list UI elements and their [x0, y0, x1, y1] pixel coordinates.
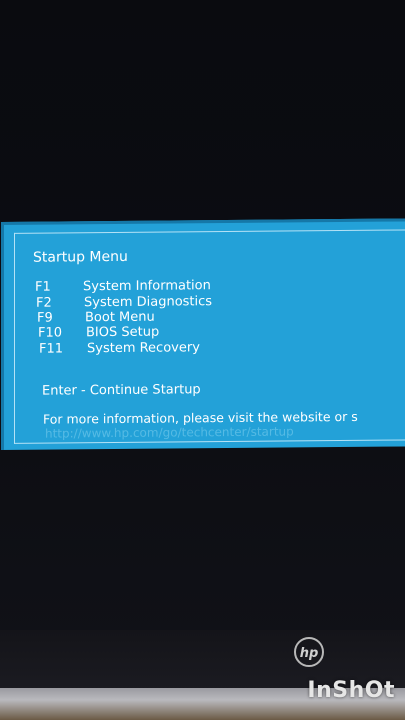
more-info-text: For more information, please visit the w… [43, 408, 358, 427]
startup-menu-panel: Startup Menu F1 System Information F2 Syst… [1, 218, 405, 450]
photo: Startup Menu F1 System Information F2 Syst… [0, 0, 405, 720]
menu-option-label: System Diagnostics [84, 294, 213, 311]
menu-option-label: BIOS Setup [86, 324, 160, 341]
menu-option-key: F1 [35, 279, 51, 295]
laptop-base-edge [0, 700, 405, 720]
menu-title: Startup Menu [33, 248, 128, 266]
menu-option-system-recovery[interactable]: F11 System Recovery [39, 340, 200, 357]
menu-option-key: F2 [36, 295, 52, 311]
continue-startup-option[interactable]: Enter - Continue Startup [42, 382, 201, 398]
menu-option-system-information[interactable]: F1 System Information [35, 278, 211, 296]
inshot-watermark: InShOt [307, 678, 395, 703]
menu-option-label: System Information [83, 278, 211, 295]
menu-option-key: F10 [38, 325, 63, 341]
support-url: http://www.hp.com/go/techcenter/startup [45, 424, 294, 441]
menu-option-label: System Recovery [87, 340, 200, 357]
hp-logo-icon: hp [294, 637, 324, 667]
menu-option-key: F9 [37, 310, 53, 326]
startup-menu-frame: Startup Menu F1 System Information F2 Syst… [14, 229, 405, 444]
menu-option-bios-setup[interactable]: F10 BIOS Setup [38, 325, 159, 342]
menu-option-label: Boot Menu [85, 309, 155, 326]
menu-option-key: F11 [39, 341, 64, 357]
